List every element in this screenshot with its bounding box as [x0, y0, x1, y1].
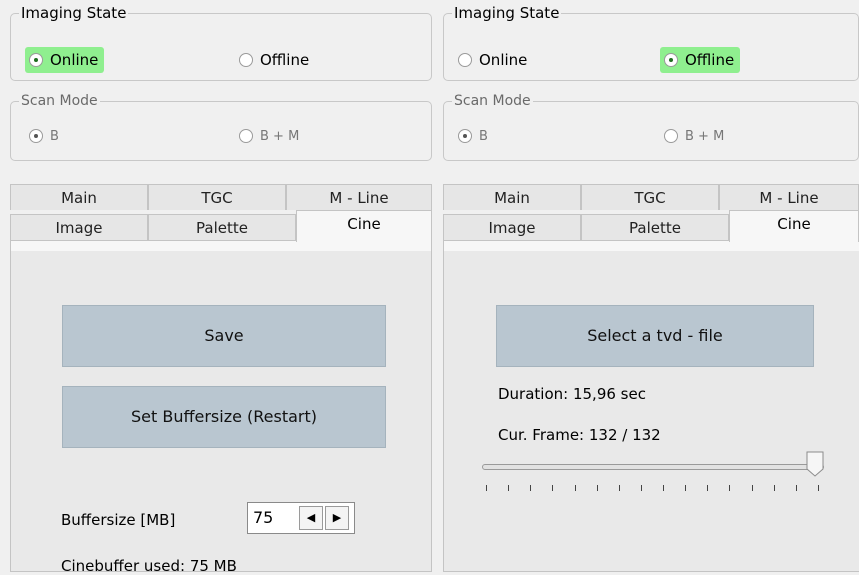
- save-button[interactable]: Save: [62, 305, 386, 367]
- online-label: Online: [479, 51, 528, 69]
- imaging-state-title: Imaging State: [452, 4, 562, 22]
- slider-tick: [552, 485, 554, 491]
- tab-main[interactable]: Main: [10, 184, 148, 210]
- offline-label: Offline: [685, 51, 735, 69]
- imaging-state-group: Imaging State Online Offline: [10, 4, 432, 81]
- cine-tab-content: Save Set Buffersize (Restart) Buffersize…: [10, 240, 432, 575]
- radio-dot: [239, 53, 253, 67]
- slider-tick: [640, 485, 642, 491]
- scan-mode-bm-label: B + M: [685, 128, 725, 144]
- cine-tab-content: Select a tvd - file Duration: 15,96 sec …: [443, 240, 859, 572]
- increment-button[interactable]: ▶: [325, 506, 349, 530]
- tab-image[interactable]: Image: [10, 214, 148, 240]
- buffersize-value: 75: [253, 508, 274, 527]
- slider-tick: [751, 485, 753, 491]
- offline-label: Offline: [260, 51, 310, 69]
- buffersize-label: Buffersize [MB]: [61, 511, 176, 529]
- scan-mode-bm-label: B + M: [260, 128, 300, 144]
- slider-tick: [663, 485, 665, 491]
- slider-tick: [818, 485, 819, 491]
- right-panel: Imaging State Online Offline Scan Mode B…: [437, 0, 859, 572]
- content-strip: [444, 241, 859, 251]
- tab-palette[interactable]: Palette: [148, 214, 296, 240]
- radio-dot: [664, 129, 678, 143]
- tab-main[interactable]: Main: [443, 184, 581, 210]
- imaging-state-group: Imaging State Online Offline: [443, 4, 859, 81]
- tab-image[interactable]: Image: [443, 214, 581, 240]
- tab-tgc[interactable]: TGC: [148, 184, 286, 210]
- scan-mode-title: Scan Mode: [452, 92, 533, 110]
- scan-mode-b-radio[interactable]: B: [454, 123, 494, 149]
- slider-tick: [685, 485, 687, 491]
- scan-mode-b-label: B: [479, 128, 488, 144]
- tab-m-line[interactable]: M - Line: [286, 184, 432, 210]
- current-frame-text: Cur. Frame: 132 / 132: [498, 426, 661, 444]
- scan-mode-b-label: B: [50, 128, 59, 144]
- slider-tick: [508, 485, 510, 491]
- set-buffersize-button[interactable]: Set Buffersize (Restart): [62, 386, 386, 448]
- frame-slider[interactable]: [482, 451, 832, 501]
- slider-tick: [596, 485, 598, 491]
- slider-track: [482, 464, 824, 470]
- cinebuffer-used: Cinebuffer used: 75 MB: [61, 557, 237, 575]
- online-radio[interactable]: Online: [25, 47, 105, 73]
- tab-cine[interactable]: Cine: [296, 210, 432, 242]
- slider-tick: [729, 485, 731, 491]
- offline-radio[interactable]: Offline: [235, 47, 315, 73]
- slider-tick: [574, 485, 576, 491]
- cinebuffer-used-label: Cinebuffer used:: [61, 557, 186, 575]
- scan-mode-bm-radio[interactable]: B + M: [660, 123, 730, 149]
- slider-tick: [530, 485, 532, 491]
- radio-dot: [239, 129, 253, 143]
- tab-palette[interactable]: Palette: [581, 214, 729, 240]
- cinebuffer-used-value: 75 MB: [189, 557, 237, 575]
- offline-radio[interactable]: Offline: [660, 47, 741, 73]
- online-label: Online: [50, 51, 99, 69]
- radio-dot: [664, 53, 678, 67]
- select-tvd-file-button[interactable]: Select a tvd - file: [496, 305, 814, 367]
- slider-tick: [707, 485, 709, 491]
- decrement-button[interactable]: ◀: [299, 506, 323, 530]
- left-panel: Imaging State Online Offline Scan Mode B…: [0, 0, 432, 575]
- slider-thumb[interactable]: [806, 451, 824, 477]
- slider-tick: [486, 485, 487, 491]
- tab-cine[interactable]: Cine: [729, 210, 859, 242]
- scan-mode-group: Scan Mode B B + M: [443, 92, 859, 161]
- radio-dot: [29, 129, 43, 143]
- scan-mode-group: Scan Mode B B + M: [10, 92, 432, 161]
- online-radio[interactable]: Online: [454, 47, 533, 73]
- tab-tgc[interactable]: TGC: [581, 184, 719, 210]
- imaging-state-title: Imaging State: [19, 4, 129, 22]
- slider-tick: [773, 485, 775, 491]
- scan-mode-title: Scan Mode: [19, 92, 100, 110]
- scan-mode-bm-radio[interactable]: B + M: [235, 123, 305, 149]
- radio-dot: [458, 129, 472, 143]
- radio-dot: [458, 53, 472, 67]
- buffersize-stepper[interactable]: 75 ◀ ▶: [247, 502, 355, 534]
- tab-m-line[interactable]: M - Line: [719, 184, 859, 210]
- slider-tick: [618, 485, 620, 491]
- content-strip: [11, 241, 431, 251]
- slider-tick: [795, 485, 797, 491]
- radio-dot: [29, 53, 43, 67]
- duration-text: Duration: 15,96 sec: [498, 385, 646, 403]
- scan-mode-b-radio[interactable]: B: [25, 123, 65, 149]
